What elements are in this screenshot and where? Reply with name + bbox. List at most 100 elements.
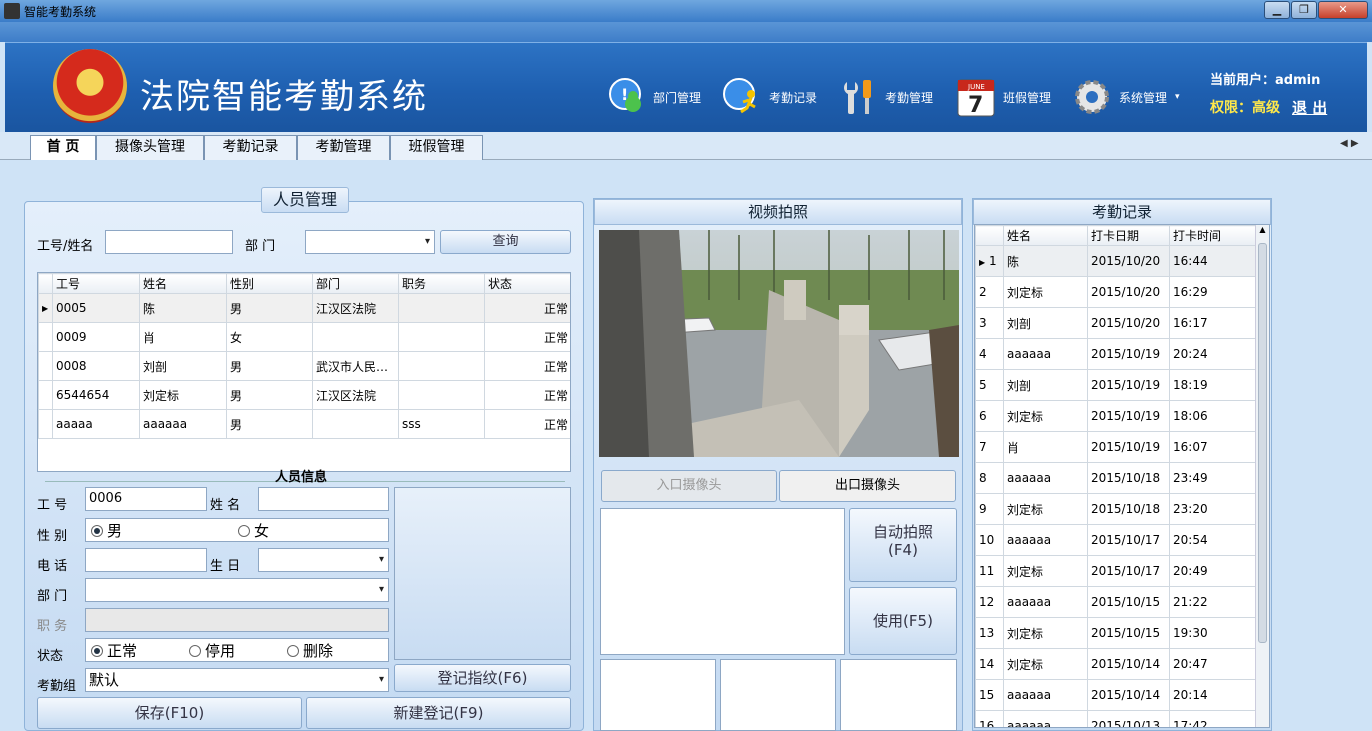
scrollbar-thumb[interactable] [1258,243,1267,643]
nav-attendance-records[interactable]: 考勤记录 [721,73,817,121]
column-header[interactable]: 性别 [226,273,313,294]
radio-dot [238,524,250,537]
status-deleted-radio[interactable]: 删除 [287,640,333,661]
attendance-scrollbar[interactable]: ▲ [1255,225,1269,727]
status-label: 状态 [37,649,64,664]
table-row[interactable]: ▶ 1 陈 2015/10/20 16:44 [975,245,1256,277]
app-title: 法院智能考勤系统 [140,77,428,117]
table-row[interactable]: 6 刘定标 2015/10/19 18:06 [975,400,1256,432]
tab-scroll-arrows[interactable]: ◀ ▶ [1340,138,1359,149]
table-row[interactable]: 12 aaaaaa 2015/10/15 21:22 [975,586,1256,618]
employee-table: 工号 姓名 性别 部门 职务 状态 ▶ 0005 陈 男 江汉区法院 正常 00… [37,272,571,472]
nav-shift-leave-management[interactable]: JUNE 7 班假管理 [955,73,1051,121]
column-header[interactable]: 打卡时间 [1169,225,1256,246]
tools-icon [837,76,879,118]
nav-label: 考勤记录 [769,90,818,105]
gender-female-radio[interactable]: 女 [238,520,269,541]
table-row[interactable]: ▶ 0005 陈 男 江汉区法院 正常 [38,293,570,323]
entry-camera-button[interactable]: 入口摄像头 [601,470,777,502]
gender-male-radio[interactable]: 男 [91,520,122,541]
save-button[interactable]: 保存(F10) [37,697,302,729]
table-row[interactable]: 16 aaaaaa 2015/10/13 17:42 [975,710,1256,727]
dept-select[interactable] [85,578,389,602]
column-header[interactable]: 状态 [484,273,570,294]
auto-photo-button[interactable]: 自动拍照 (F4) [849,508,957,582]
column-header[interactable]: 姓名 [1003,225,1088,246]
table-row[interactable]: 10 aaaaaa 2015/10/17 20:54 [975,524,1256,556]
table-row[interactable]: 0009 肖 女 正常 [38,322,570,352]
birthday-picker[interactable] [258,548,389,572]
attendance-table: 姓名 打卡日期 打卡时间 ▶ 1 陈 2015/10/20 16:44 2 刘定标 201… [974,224,1270,728]
person-info-title: 人员信息 [275,470,328,485]
minimize-button[interactable]: ▁ [1264,1,1290,19]
query-button[interactable]: 查询 [440,230,571,254]
close-button[interactable]: ✕ [1318,1,1368,19]
scroll-up-icon[interactable]: ▲ [1256,225,1269,234]
tab-attendance-records[interactable]: 考勤记录 [204,135,297,160]
column-header[interactable]: 职务 [398,273,485,294]
job-label: 职 务 [37,619,68,634]
table-row[interactable]: 0008 刘剖 男 武汉市人民… 正常 [38,351,570,381]
name-label: 姓 名 [210,498,241,513]
tab-camera-management[interactable]: 摄像头管理 [96,135,204,160]
table-row[interactable]: 5 刘剖 2015/10/19 18:19 [975,369,1256,401]
gear-icon [1071,76,1113,118]
table-row[interactable]: 9 刘定标 2015/10/18 23:20 [975,493,1256,525]
nav-attendance-management[interactable]: 考勤管理 [837,73,933,121]
id-input[interactable]: 0006 [85,487,207,511]
nav-label: 部门管理 [653,90,702,105]
table-row[interactable]: 4 aaaaaa 2015/10/19 20:24 [975,338,1256,370]
job-input[interactable] [85,608,389,632]
row-pointer-icon: ▶ [38,293,53,323]
group-label: 考勤组 [37,679,77,694]
status-normal-radio[interactable]: 正常 [91,640,137,661]
use-photo-button[interactable]: 使用(F5) [849,587,957,655]
court-emblem-icon [53,49,127,123]
table-row[interactable]: 14 刘定标 2015/10/14 20:47 [975,648,1256,680]
permission-level: 权限：高级 [1210,100,1280,116]
table-row[interactable]: 11 刘定标 2015/10/17 20:49 [975,555,1256,587]
camera-snapshot [599,230,959,457]
phone-input[interactable] [85,548,207,572]
table-row[interactable]: 8 aaaaaa 2015/10/18 23:49 [975,462,1256,494]
column-header[interactable]: 工号 [52,273,140,294]
new-registration-button[interactable]: 新建登记(F9) [306,697,571,729]
name-input[interactable] [258,487,389,511]
table-row[interactable]: aaaaa aaaaaa 男 sss 正常 [38,409,570,439]
exit-camera-button[interactable]: 出口摄像头 [779,470,956,502]
calendar-day-text: 7 [968,93,983,118]
nav-system-management[interactable]: 系统管理 ▾ [1071,73,1180,121]
table-row[interactable]: 2 刘定标 2015/10/20 16:29 [975,276,1256,308]
thumbnail-slot[interactable] [720,659,836,731]
thumbnail-slot[interactable] [600,659,716,731]
tab-shift-leave-management[interactable]: 班假管理 [390,135,483,160]
attendance-group-select[interactable]: 默认 [85,668,389,692]
register-fingerprint-button[interactable]: 登记指纹(F6) [394,664,571,692]
dept-filter-label: 部 门 [245,239,276,254]
table-row[interactable]: 13 刘定标 2015/10/15 19:30 [975,617,1256,649]
running-man-icon [721,76,763,118]
thumbnail-slot[interactable] [840,659,957,731]
table-row[interactable]: 15 aaaaaa 2015/10/14 20:14 [975,679,1256,711]
table-row[interactable]: 7 肖 2015/10/19 16:07 [975,431,1256,463]
tab-home[interactable]: 首 页 [30,135,96,160]
column-header[interactable]: 部门 [312,273,399,294]
window-title: 智能考勤系统 [24,5,97,19]
nav-dept-management[interactable]: ! 部门管理 [605,73,701,121]
logout-link[interactable]: 退 出 [1292,97,1327,118]
tab-attendance-management[interactable]: 考勤管理 [297,135,390,160]
column-header[interactable]: 打卡日期 [1087,225,1170,246]
current-user: 当前用户：admin [1210,73,1321,88]
dept-filter-select[interactable] [305,230,435,254]
table-row[interactable]: 6544654 刘定标 男 江汉区法院 正常 [38,380,570,410]
status-disabled-radio[interactable]: 停用 [189,640,235,661]
phone-label: 电 话 [37,559,68,574]
nav-label: 班假管理 [1003,90,1052,105]
tab-bar: 首 页 摄像头管理 考勤记录 考勤管理 班假管理 [0,132,1372,160]
table-row[interactable]: 3 刘剖 2015/10/20 16:17 [975,307,1256,339]
search-input[interactable] [105,230,233,254]
column-header[interactable]: 姓名 [139,273,227,294]
maximize-button[interactable]: ❐ [1291,1,1317,19]
gender-label: 性 别 [37,529,68,544]
photo-frame [394,487,571,660]
